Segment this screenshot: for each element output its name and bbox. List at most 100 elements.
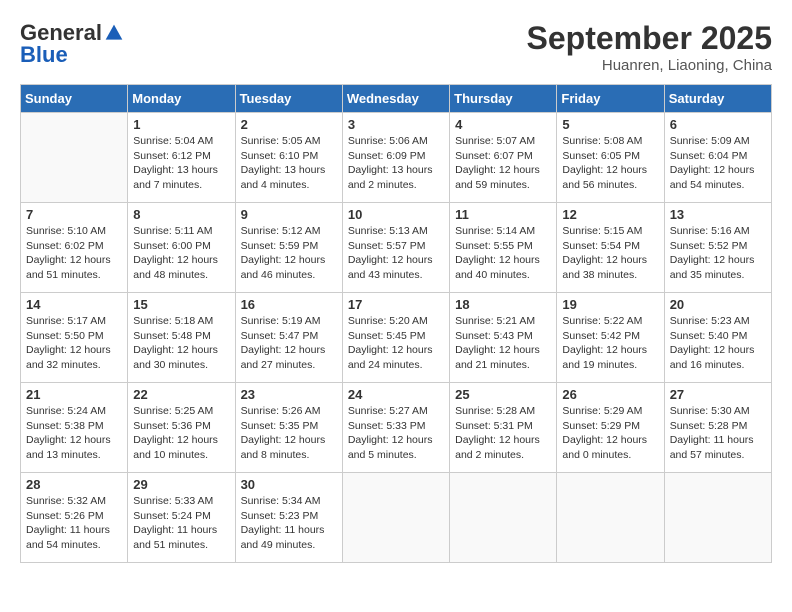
day-number: 14	[26, 297, 122, 312]
calendar-cell: 4Sunrise: 5:07 AM Sunset: 6:07 PM Daylig…	[450, 113, 557, 203]
day-info: Sunrise: 5:33 AM Sunset: 5:24 PM Dayligh…	[133, 494, 229, 553]
day-number: 26	[562, 387, 658, 402]
calendar-cell	[557, 473, 664, 563]
calendar-cell: 28Sunrise: 5:32 AM Sunset: 5:26 PM Dayli…	[21, 473, 128, 563]
day-number: 8	[133, 207, 229, 222]
calendar-cell	[342, 473, 449, 563]
day-info: Sunrise: 5:22 AM Sunset: 5:42 PM Dayligh…	[562, 314, 658, 373]
weekday-header: Wednesday	[342, 85, 449, 113]
day-number: 5	[562, 117, 658, 132]
calendar-week-row: 1 Sunrise: 5:04 AM Sunset: 6:12 PM Daylig…	[21, 113, 772, 203]
calendar-cell: 21Sunrise: 5:24 AM Sunset: 5:38 PM Dayli…	[21, 383, 128, 473]
weekday-header: Thursday	[450, 85, 557, 113]
day-number: 22	[133, 387, 229, 402]
calendar-cell	[21, 113, 128, 203]
day-info: Sunrise: 5:21 AM Sunset: 5:43 PM Dayligh…	[455, 314, 551, 373]
month-title: September 2025	[527, 20, 772, 57]
logo: General Blue	[20, 20, 124, 68]
day-number: 30	[241, 477, 337, 492]
day-number: 12	[562, 207, 658, 222]
day-info: Sunrise: 5:16 AM Sunset: 5:52 PM Dayligh…	[670, 224, 766, 283]
calendar-cell: 19 Sunrise: 5:22 AM Sunset: 5:42 PM Dayli…	[557, 293, 664, 383]
calendar-cell: 17 Sunrise: 5:20 AM Sunset: 5:45 PM Dayli…	[342, 293, 449, 383]
logo-icon	[104, 23, 124, 43]
page-header: General Blue September 2025 Huanren, Lia…	[20, 20, 772, 74]
day-info: Sunrise: 5:28 AM Sunset: 5:31 PM Dayligh…	[455, 404, 551, 463]
day-info: Sunrise: 5:10 AM Sunset: 6:02 PM Dayligh…	[26, 224, 122, 283]
title-block: September 2025 Huanren, Liaoning, China	[527, 20, 772, 74]
calendar-cell: 30 Sunrise: 5:34 AM Sunset: 5:23 PM Dayli…	[235, 473, 342, 563]
day-number: 28	[26, 477, 122, 492]
weekday-header: Friday	[557, 85, 664, 113]
day-number: 16	[241, 297, 337, 312]
day-info: Sunrise: 5:18 AM Sunset: 5:48 PM Dayligh…	[133, 314, 229, 373]
day-info: Sunrise: 5:15 AM Sunset: 5:54 PM Dayligh…	[562, 224, 658, 283]
calendar-cell: 10Sunrise: 5:13 AM Sunset: 5:57 PM Dayli…	[342, 203, 449, 293]
calendar-cell: 12 Sunrise: 5:15 AM Sunset: 5:54 PM Dayli…	[557, 203, 664, 293]
weekday-header: Sunday	[21, 85, 128, 113]
day-number: 29	[133, 477, 229, 492]
day-info: Sunrise: 5:12 AM Sunset: 5:59 PM Dayligh…	[241, 224, 337, 283]
day-info: Sunrise: 5:29 AM Sunset: 5:29 PM Dayligh…	[562, 404, 658, 463]
calendar-cell: 2Sunrise: 5:05 AM Sunset: 6:10 PM Daylig…	[235, 113, 342, 203]
day-number: 11	[455, 207, 551, 222]
day-number: 3	[348, 117, 444, 132]
calendar-cell: 24Sunrise: 5:27 AM Sunset: 5:33 PM Dayli…	[342, 383, 449, 473]
day-number: 15	[133, 297, 229, 312]
day-number: 18	[455, 297, 551, 312]
day-number: 7	[26, 207, 122, 222]
day-info: Sunrise: 5:05 AM Sunset: 6:10 PM Dayligh…	[241, 134, 337, 193]
calendar-cell: 6Sunrise: 5:09 AM Sunset: 6:04 PM Daylig…	[664, 113, 771, 203]
calendar-cell: 20 Sunrise: 5:23 AM Sunset: 5:40 PM Dayli…	[664, 293, 771, 383]
day-number: 13	[670, 207, 766, 222]
calendar-cell: 18 Sunrise: 5:21 AM Sunset: 5:43 PM Dayli…	[450, 293, 557, 383]
calendar-cell: 7 Sunrise: 5:10 AM Sunset: 6:02 PM Daylig…	[21, 203, 128, 293]
location: Huanren, Liaoning, China	[527, 57, 772, 74]
day-info: Sunrise: 5:17 AM Sunset: 5:50 PM Dayligh…	[26, 314, 122, 373]
day-info: Sunrise: 5:14 AM Sunset: 5:55 PM Dayligh…	[455, 224, 551, 283]
day-info: Sunrise: 5:07 AM Sunset: 6:07 PM Dayligh…	[455, 134, 551, 193]
day-number: 9	[241, 207, 337, 222]
day-number: 19	[562, 297, 658, 312]
day-number: 23	[241, 387, 337, 402]
day-number: 6	[670, 117, 766, 132]
day-info: Sunrise: 5:24 AM Sunset: 5:38 PM Dayligh…	[26, 404, 122, 463]
calendar-week-row: 21Sunrise: 5:24 AM Sunset: 5:38 PM Dayli…	[21, 383, 772, 473]
day-number: 27	[670, 387, 766, 402]
calendar-header: SundayMondayTuesdayWednesdayThursdayFrid…	[21, 85, 772, 113]
weekday-row: SundayMondayTuesdayWednesdayThursdayFrid…	[21, 85, 772, 113]
calendar-cell: 15 Sunrise: 5:18 AM Sunset: 5:48 PM Dayli…	[128, 293, 235, 383]
calendar-cell	[664, 473, 771, 563]
weekday-header: Saturday	[664, 85, 771, 113]
day-info: Sunrise: 5:25 AM Sunset: 5:36 PM Dayligh…	[133, 404, 229, 463]
calendar-table: SundayMondayTuesdayWednesdayThursdayFrid…	[20, 84, 772, 563]
calendar-cell: 16Sunrise: 5:19 AM Sunset: 5:47 PM Dayli…	[235, 293, 342, 383]
day-number: 20	[670, 297, 766, 312]
day-info: Sunrise: 5:26 AM Sunset: 5:35 PM Dayligh…	[241, 404, 337, 463]
calendar-cell: 25Sunrise: 5:28 AM Sunset: 5:31 PM Dayli…	[450, 383, 557, 473]
calendar-body: 1 Sunrise: 5:04 AM Sunset: 6:12 PM Daylig…	[21, 113, 772, 563]
calendar-cell: 23 Sunrise: 5:26 AM Sunset: 5:35 PM Dayli…	[235, 383, 342, 473]
day-info: Sunrise: 5:34 AM Sunset: 5:23 PM Dayligh…	[241, 494, 337, 553]
day-info: Sunrise: 5:23 AM Sunset: 5:40 PM Dayligh…	[670, 314, 766, 373]
calendar-cell: 22 Sunrise: 5:25 AM Sunset: 5:36 PM Dayli…	[128, 383, 235, 473]
logo-blue-text: Blue	[20, 42, 68, 68]
day-number: 1	[133, 117, 229, 132]
day-number: 24	[348, 387, 444, 402]
day-info: Sunrise: 5:20 AM Sunset: 5:45 PM Dayligh…	[348, 314, 444, 373]
calendar-cell: 5Sunrise: 5:08 AM Sunset: 6:05 PM Daylig…	[557, 113, 664, 203]
weekday-header: Monday	[128, 85, 235, 113]
calendar-week-row: 7 Sunrise: 5:10 AM Sunset: 6:02 PM Daylig…	[21, 203, 772, 293]
calendar-week-row: 28Sunrise: 5:32 AM Sunset: 5:26 PM Dayli…	[21, 473, 772, 563]
calendar-cell: 29 Sunrise: 5:33 AM Sunset: 5:24 PM Dayli…	[128, 473, 235, 563]
calendar-cell: 27Sunrise: 5:30 AM Sunset: 5:28 PM Dayli…	[664, 383, 771, 473]
day-info: Sunrise: 5:11 AM Sunset: 6:00 PM Dayligh…	[133, 224, 229, 283]
day-info: Sunrise: 5:13 AM Sunset: 5:57 PM Dayligh…	[348, 224, 444, 283]
calendar-week-row: 14 Sunrise: 5:17 AM Sunset: 5:50 PM Dayli…	[21, 293, 772, 383]
day-number: 17	[348, 297, 444, 312]
day-info: Sunrise: 5:04 AM Sunset: 6:12 PM Dayligh…	[133, 134, 229, 193]
calendar-cell: 11 Sunrise: 5:14 AM Sunset: 5:55 PM Dayli…	[450, 203, 557, 293]
calendar-cell	[450, 473, 557, 563]
calendar-cell: 9 Sunrise: 5:12 AM Sunset: 5:59 PM Daylig…	[235, 203, 342, 293]
weekday-header: Tuesday	[235, 85, 342, 113]
